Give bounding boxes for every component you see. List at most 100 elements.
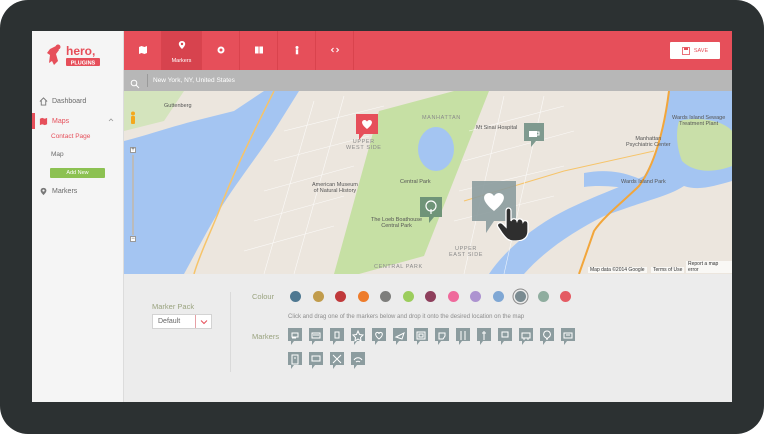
save-label: SAVE — [693, 47, 709, 54]
sidebar-subitem-map[interactable]: Map — [51, 151, 64, 158]
tab-code[interactable] — [316, 31, 354, 70]
google-map[interactable]: Guttenberg MANHATTAN UPPER WEST SIDE UPP… — [124, 91, 732, 274]
drag-instruction: Click and drag one of the markers below … — [288, 314, 525, 320]
target-icon — [216, 42, 226, 60]
panel-divider — [230, 292, 231, 372]
map-label-central-park-area: CENTRAL PARK — [374, 264, 423, 270]
app-screen: hero, PLUGINS Dashboard Maps Contact Pag… — [32, 31, 732, 402]
marker-template-icon[interactable] — [498, 328, 512, 345]
tab-target[interactable] — [202, 31, 240, 70]
zoom-out-button[interactable]: − — [130, 236, 136, 242]
colour-swatch[interactable] — [312, 291, 324, 302]
marker-template-icon[interactable] — [435, 328, 449, 345]
tab-markers[interactable]: Markers — [162, 31, 202, 70]
sidebar-subitem-contact-page[interactable]: Contact Page — [51, 133, 90, 140]
map-icon — [38, 116, 48, 126]
map-label-wards-treatment: Wards Island Sewage Treatment Plant — [672, 115, 726, 127]
logo-subtext: PLUGINS — [71, 60, 96, 66]
search-input[interactable]: New York, NY, United States — [153, 77, 235, 84]
person-icon — [292, 42, 302, 60]
marker-template-icon[interactable] — [414, 328, 428, 345]
colour-swatch[interactable] — [357, 291, 369, 302]
chevron-down-icon[interactable] — [195, 315, 211, 328]
marker-template-icon[interactable] — [456, 328, 470, 345]
heart-icon — [356, 114, 378, 140]
tab-map[interactable] — [124, 31, 162, 70]
save-button[interactable]: SAVE — [670, 42, 720, 59]
map-terms-link[interactable]: Terms of Use — [651, 267, 685, 273]
marker-template-icon[interactable] — [561, 328, 575, 345]
colour-swatch[interactable] — [290, 291, 301, 302]
zoom-slider[interactable] — [132, 155, 134, 235]
search-icon[interactable] — [130, 76, 140, 88]
hero-plugins-logo[interactable]: hero, PLUGINS — [46, 41, 112, 69]
colour-swatch[interactable] — [335, 291, 346, 302]
home-icon — [38, 96, 48, 106]
marker-template-icon[interactable] — [309, 328, 323, 345]
sidebar-item-markers[interactable]: Markers — [32, 183, 124, 199]
colour-swatch[interactable] — [380, 291, 391, 302]
map-label-wards-park: Wards Island Park — [621, 179, 666, 185]
sidebar-item-label: Maps — [52, 117, 70, 125]
colour-swatch[interactable] — [560, 291, 571, 302]
marker-template-icon[interactable] — [351, 328, 365, 345]
map-label-sinai: Mt Sinai Hospital — [476, 125, 518, 131]
markers-label: Markers — [252, 332, 280, 341]
map-label-boathouse: The Loeb Boathouse Central Park — [371, 217, 423, 229]
book-icon — [254, 42, 264, 60]
marker-pack-value: Default — [158, 318, 181, 325]
colour-swatch[interactable] — [425, 291, 436, 302]
sidebar: hero, PLUGINS Dashboard Maps Contact Pag… — [32, 31, 124, 402]
coffee-icon — [524, 123, 544, 147]
tab-label: Markers — [171, 58, 192, 64]
logo-text: hero, — [66, 44, 95, 58]
tree-icon — [420, 197, 442, 223]
tab-person[interactable] — [278, 31, 316, 70]
map-report-link[interactable]: Report a map error — [686, 261, 732, 273]
sidebar-item-maps[interactable]: Maps — [32, 113, 124, 129]
colour-swatch[interactable] — [470, 291, 481, 302]
sidebar-item-label: Markers — [52, 187, 78, 195]
tab-book[interactable] — [240, 31, 278, 70]
marker-template-icon[interactable] — [477, 328, 491, 345]
chevron-up-icon[interactable] — [108, 117, 114, 123]
add-new-button[interactable]: Add New — [50, 168, 105, 178]
marker-template-icon[interactable] — [351, 352, 365, 369]
marker-template-icon[interactable] — [393, 328, 407, 345]
map-label-manhattan-psych: Manhattan Psychiatric Center — [626, 136, 671, 148]
colour-swatch[interactable] — [537, 291, 549, 302]
marker-pack-label: Marker Pack — [152, 302, 195, 311]
floppy-icon — [681, 46, 690, 55]
marker-pack-select[interactable]: Default — [152, 314, 212, 329]
marker-template-icon[interactable] — [330, 352, 344, 369]
map-label-central-park: Central Park — [400, 179, 431, 185]
map-label-manhattan: MANHATTAN — [422, 115, 461, 121]
search-separator — [147, 74, 148, 87]
map-label-museum: American Museum of Natural History — [312, 182, 358, 194]
location-search-bar[interactable]: New York, NY, United States — [124, 70, 732, 91]
marker-template-icon[interactable] — [288, 328, 302, 345]
pin-icon — [38, 186, 48, 196]
marker-template-icon[interactable] — [288, 352, 302, 369]
code-icon — [330, 42, 340, 60]
zoom-in-button[interactable]: + — [130, 147, 136, 153]
marker-template-icon[interactable] — [372, 328, 386, 345]
colour-swatch[interactable] — [447, 291, 459, 302]
colour-swatch[interactable] — [492, 291, 504, 302]
top-toolbar: Markers SAVE — [124, 31, 732, 70]
colour-swatch[interactable] — [402, 291, 414, 302]
map-icon — [138, 42, 148, 60]
marker-template-icon[interactable] — [309, 352, 323, 369]
colour-swatch[interactable] — [515, 291, 526, 302]
marker-settings-panel: Marker Pack Default Colour Click and dra… — [124, 274, 732, 402]
device-frame: hero, PLUGINS Dashboard Maps Contact Pag… — [0, 0, 764, 434]
marker-template-icon[interactable] — [519, 328, 533, 345]
marker-template-icon[interactable] — [330, 328, 344, 345]
sidebar-item-dashboard[interactable]: Dashboard — [32, 93, 124, 109]
pin-icon — [177, 37, 187, 55]
marker-template-icon[interactable] — [540, 328, 554, 345]
sidebar-item-label: Dashboard — [52, 97, 87, 105]
map-data-attribution: Map data ©2014 Google — [588, 267, 647, 273]
map-label-upper-east: UPPER EAST SIDE — [449, 246, 484, 258]
map-label-guttenberg: Guttenberg — [164, 103, 192, 109]
